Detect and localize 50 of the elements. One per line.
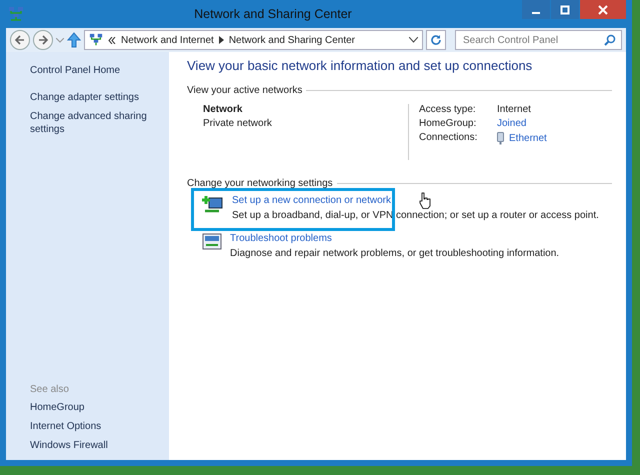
dropdown-caret-icon[interactable] xyxy=(409,37,418,43)
hand-cursor-icon xyxy=(419,192,431,209)
refresh-icon xyxy=(430,34,442,46)
forward-button[interactable] xyxy=(33,30,53,50)
troubleshoot-icon xyxy=(202,233,222,251)
detail-link[interactable]: Ethernet xyxy=(509,133,547,144)
breadcrumb[interactable]: Network and Internet xyxy=(121,34,214,46)
back-button[interactable] xyxy=(10,30,30,50)
forward-arrow-icon xyxy=(37,34,49,46)
page-heading: View your basic network information and set up connections xyxy=(187,58,534,73)
back-arrow-icon xyxy=(14,34,26,46)
see-also-link[interactable]: Windows Firewall xyxy=(30,439,169,452)
maximize-icon xyxy=(560,4,570,14)
network-icon xyxy=(89,33,103,47)
ethernet-icon xyxy=(497,132,504,145)
network-name: Network xyxy=(203,104,244,115)
sidebar-link[interactable]: Control Panel Home xyxy=(30,64,169,77)
close-button[interactable] xyxy=(580,0,626,19)
maximize-button[interactable] xyxy=(551,0,579,19)
search-box[interactable]: Search Control Panel xyxy=(455,30,622,50)
minimize-icon xyxy=(532,12,540,14)
detail-link[interactable]: Joined xyxy=(497,118,526,129)
breadcrumb-arrow-icon[interactable] xyxy=(218,36,224,44)
see-also-heading: See also xyxy=(30,384,70,395)
detail-value: Internet xyxy=(497,104,531,115)
up-arrow-icon[interactable] xyxy=(67,32,81,48)
task-link[interactable]: Set up a new connection or network xyxy=(232,195,599,206)
sidebar-link[interactable]: Change adapter settings xyxy=(30,91,169,104)
window-title: Network and Sharing Center xyxy=(193,7,353,21)
see-also-link[interactable]: Internet Options xyxy=(30,420,169,433)
task-description: Diagnose and repair network problems, or get troubleshooting information. xyxy=(230,248,560,259)
detail-label: HomeGroup: xyxy=(419,118,478,129)
breadcrumb[interactable]: Network and Sharing Center xyxy=(228,34,356,46)
address-bar[interactable]: Network and Internet Network and Sharing Center xyxy=(84,30,423,50)
search-field[interactable]: Search Control Panel xyxy=(461,34,604,46)
sidebar-link[interactable]: Change advanced sharing settings xyxy=(30,110,169,136)
task-link[interactable]: Troubleshoot problems xyxy=(230,233,560,244)
chevrons-icon xyxy=(108,36,116,44)
section-heading: Change your networking settings xyxy=(187,178,333,189)
refresh-button[interactable] xyxy=(426,30,446,50)
new-connection-icon xyxy=(202,195,224,215)
close-icon xyxy=(598,4,608,14)
network-icon xyxy=(8,6,24,22)
search-icon[interactable] xyxy=(604,34,616,46)
minimize-button[interactable] xyxy=(522,0,550,19)
detail-label: Connections: xyxy=(419,132,478,145)
network-category: Private network xyxy=(203,118,273,129)
section-heading: View your active networks xyxy=(187,85,302,96)
detail-label: Access type: xyxy=(419,104,477,115)
see-also-link[interactable]: HomeGroup xyxy=(30,401,169,414)
